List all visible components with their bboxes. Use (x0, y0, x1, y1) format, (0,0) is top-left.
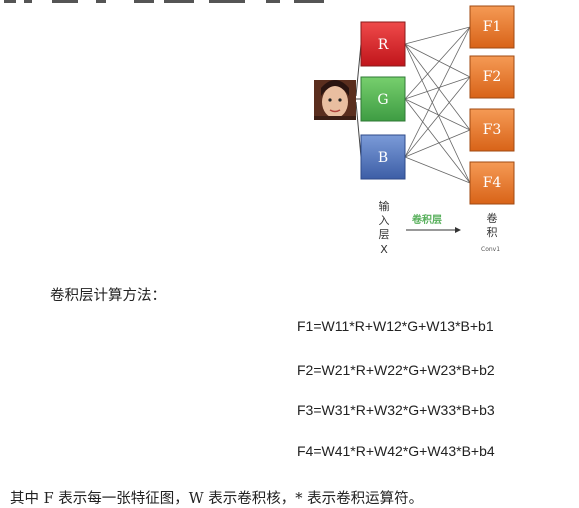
conv-arrow (406, 227, 461, 233)
cropped-text-glyphs (4, 0, 324, 3)
input-channel-g: G (360, 76, 406, 122)
feature-map-f1: F1 (469, 5, 515, 49)
formula-f3: F3=W31*R+W32*G+W33*B+b3 (297, 402, 495, 418)
input-channel-r: R (360, 21, 406, 67)
input-channel-b-label: B (378, 150, 388, 166)
feature-map-f3-label: F3 (483, 122, 502, 138)
feature-map-f3: F3 (469, 108, 515, 152)
feature-map-f1-label: F1 (483, 19, 502, 35)
conv-arrow-label: 卷积层 (412, 215, 442, 226)
full-connections (404, 26, 471, 184)
cropped-top-text (4, 0, 324, 3)
output-caption-1: 卷 (486, 212, 498, 225)
input-channel-r-label: R (378, 37, 389, 53)
input-channel-g-label: G (377, 92, 388, 108)
section-heading: 卷积层计算方法： (50, 288, 166, 304)
feature-map-f4: F4 (469, 161, 515, 205)
formula-f1: F1=W11*R+W12*G+W13*B+b1 (297, 318, 494, 334)
feature-map-f2: F2 (469, 55, 515, 99)
conv-layer-diagram: R G B F1 F2 F3 F4 输 入 层 X 卷积层 卷 积 Conv1 (300, 0, 540, 262)
photo-connections (355, 43, 362, 158)
input-layer-caption-1: 输 (378, 200, 390, 213)
formula-f2: F2=W21*R+W22*G+W23*B+b2 (297, 362, 495, 378)
input-channel-b: B (360, 134, 406, 180)
face-photo-icon (314, 80, 356, 120)
feature-map-f2-label: F2 (483, 69, 502, 85)
output-sub-label: Conv1 (481, 246, 501, 253)
input-layer-caption-2: 入 (378, 214, 390, 227)
footnote: 其中 F 表示每一张特征图，W 表示卷积核，* 表示卷积运算符。 (10, 491, 424, 507)
input-layer-caption-3: 层 (378, 228, 390, 241)
formula-f4: F4=W41*R+W42*G+W43*B+b4 (297, 443, 495, 459)
feature-map-f4-label: F4 (483, 175, 502, 191)
output-caption-2: 积 (486, 226, 498, 239)
input-layer-caption-4: X (380, 243, 388, 256)
